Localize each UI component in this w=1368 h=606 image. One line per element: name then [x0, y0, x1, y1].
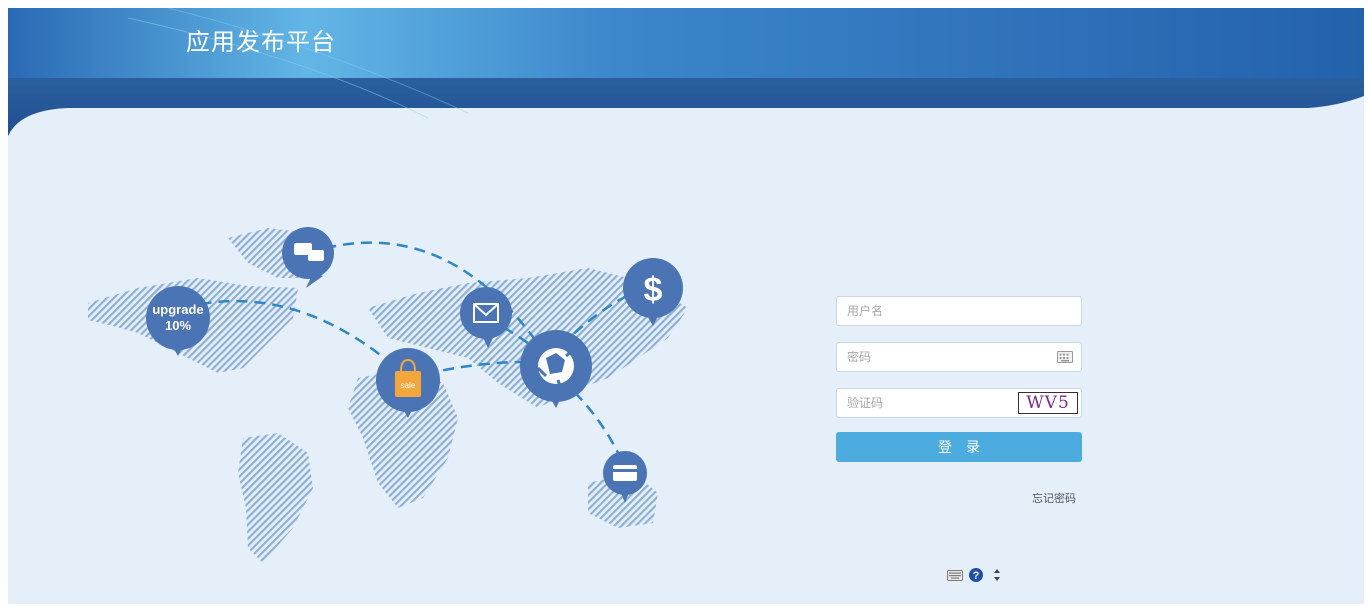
dollar-symbol: $	[644, 271, 663, 309]
login-form: WV5 登录 忘记密码	[836, 296, 1082, 505]
password-input[interactable]	[837, 343, 1027, 371]
help-tray-button[interactable]: ?	[967, 565, 985, 585]
keyboard-icon	[947, 570, 963, 581]
help-icon: ?	[969, 568, 983, 582]
password-field-wrapper	[836, 342, 1082, 372]
captcha-image[interactable]: WV5	[1018, 392, 1078, 414]
captcha-input[interactable]	[837, 389, 1027, 417]
south-america-shape	[238, 433, 313, 563]
upgrade-percent: 10%	[165, 318, 191, 333]
app-title: 应用发布平台	[186, 28, 336, 56]
keyboard-icon[interactable]	[1057, 351, 1073, 363]
login-page: 应用发布平台 upgrade 10% $ sale 用户名 验证码 WV5 登录…	[8, 8, 1364, 604]
upgrade-text: upgrade	[152, 302, 203, 317]
keyboard-tray-button[interactable]	[946, 565, 964, 585]
captcha-field-wrapper: WV5	[836, 388, 1082, 418]
username-input[interactable]	[837, 297, 1027, 325]
world-map: upgrade 10% $ sale	[88, 227, 688, 563]
forgot-password-link[interactable]: 忘记密码	[1032, 490, 1076, 506]
sale-tag-text: sale	[401, 381, 416, 390]
arrows-tray-button[interactable]	[988, 565, 1006, 585]
world-map-illustration: upgrade 10% $ sale	[68, 208, 718, 578]
chat-bubble-marker	[282, 227, 334, 288]
svg-text:?: ?	[973, 570, 980, 582]
input-tray: ?	[946, 564, 1006, 586]
arrows-icon	[994, 569, 1000, 581]
username-field-wrapper	[836, 296, 1082, 326]
header-banner: 应用发布平台	[8, 8, 1364, 140]
login-button[interactable]: 登录	[836, 432, 1082, 462]
